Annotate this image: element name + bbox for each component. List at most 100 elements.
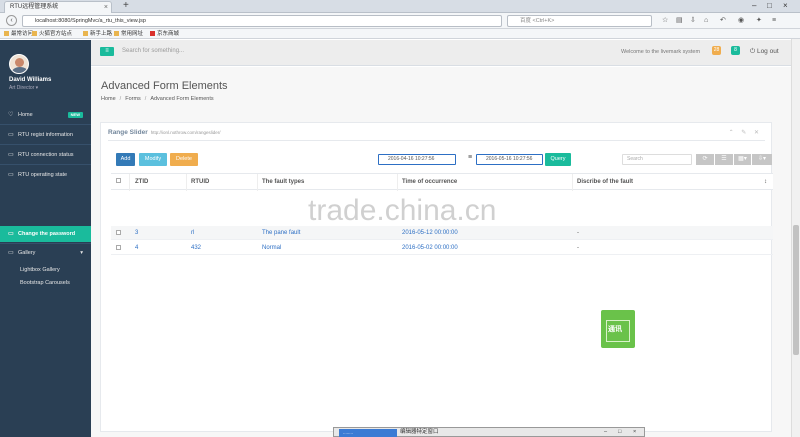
minimize-icon[interactable]: – bbox=[604, 428, 607, 437]
breadcrumb-separator: / bbox=[144, 96, 147, 102]
back-icon[interactable]: ‹ bbox=[6, 15, 17, 26]
image-icon: ▭ bbox=[8, 250, 14, 256]
menu-icon[interactable]: ≡ bbox=[772, 17, 776, 25]
jd-icon bbox=[150, 31, 155, 36]
settings-icon[interactable]: ✦ bbox=[756, 17, 762, 25]
extension-icon[interactable]: ◉ bbox=[738, 17, 744, 25]
page-scrollbar[interactable] bbox=[791, 39, 800, 437]
reading-list-icon[interactable]: ▤ bbox=[676, 17, 683, 25]
range-slider-panel: Range Slider http://ionl.nothrow.com/rang… bbox=[100, 122, 773, 432]
address-bar[interactable]: localhost:8080/SpringMvc/a_rtu_this_view… bbox=[22, 15, 502, 27]
modify-button[interactable]: Modify bbox=[139, 153, 167, 166]
sidebar-item-change-password[interactable]: ▭ Change the password bbox=[0, 226, 91, 242]
sidebar-item-gallery[interactable]: ▭ Gallery ▾ bbox=[0, 246, 91, 260]
sidebar-subitem-lightbox[interactable]: Lightbox Gallery bbox=[20, 267, 60, 273]
close-window-button[interactable]: × bbox=[783, 0, 788, 12]
sidebar-item-rtu-regist[interactable]: ▭ RTU regist information bbox=[0, 128, 91, 142]
search-input[interactable]: Search for something... bbox=[122, 48, 184, 54]
bookmark-item[interactable]: 火狐官方站点 bbox=[32, 29, 72, 39]
panel-tools[interactable]: ⌃ ✎ ✕ bbox=[729, 129, 762, 136]
download-icon[interactable]: ⇩ bbox=[690, 17, 696, 25]
bookmark-item[interactable]: 京东商城 bbox=[150, 29, 179, 39]
column-header-rtuid[interactable]: RTUID bbox=[191, 174, 209, 191]
column-divider bbox=[129, 174, 130, 191]
cell-describe: - bbox=[577, 245, 579, 251]
browser-tab[interactable]: RTU远程管理系统 × bbox=[4, 1, 112, 13]
cell-rtuid: rl bbox=[191, 230, 195, 236]
select-all-checkbox[interactable] bbox=[116, 178, 121, 183]
bookmark-item[interactable]: 新手上路 bbox=[83, 29, 112, 39]
minimize-window-button[interactable]: – bbox=[752, 0, 756, 12]
sidebar-item-rtu-operating[interactable]: ▭ RTU operating state bbox=[0, 168, 91, 182]
avatar[interactable] bbox=[9, 54, 29, 74]
close-icon[interactable]: × bbox=[104, 2, 108, 13]
star-icon[interactable]: ☆ bbox=[662, 17, 668, 25]
bookmark-item[interactable]: 最常访问 bbox=[4, 29, 33, 39]
sidebar-subitem-carousels[interactable]: Bootstrap Carousels bbox=[20, 280, 70, 286]
folder-icon bbox=[114, 31, 119, 36]
floating-taskbar[interactable]: ........ 编辑器特定窗口 – □ × bbox=[333, 427, 645, 437]
delete-button[interactable]: Delete bbox=[170, 153, 198, 166]
maximize-window-button[interactable]: □ bbox=[767, 0, 772, 12]
folder-icon bbox=[83, 31, 88, 36]
column-header-ztid[interactable]: ZTID bbox=[135, 174, 148, 191]
toggle-view-icon[interactable]: ☰ bbox=[715, 154, 733, 165]
user-role-dropdown[interactable]: Art Director ▾ bbox=[9, 85, 38, 91]
row-checkbox[interactable] bbox=[116, 230, 121, 235]
scrollbar-thumb[interactable] bbox=[793, 225, 799, 355]
date-to-input[interactable]: 2016-05-16 10:27:56 bbox=[476, 154, 543, 165]
refresh-icon[interactable]: ⟳ bbox=[696, 154, 714, 165]
table-row[interactable]: 4 432 Normal 2016-05-02 00:00:00 - bbox=[111, 241, 773, 255]
table-search-input[interactable]: Search bbox=[622, 154, 692, 165]
row-checkbox[interactable] bbox=[116, 245, 121, 250]
main-content: Advanced Form Elements Home / Forms / Advanc… bbox=[91, 67, 800, 437]
home-icon[interactable]: ⌂ bbox=[704, 17, 708, 25]
avatar-body bbox=[12, 67, 28, 73]
taskbar-app-button[interactable]: ........ bbox=[339, 429, 397, 437]
maximize-icon[interactable]: □ bbox=[618, 428, 621, 437]
sidebar-item-home[interactable]: ♡ Home NEW bbox=[0, 108, 91, 122]
panel-subtitle: http://ionl.nothrow.com/rangeslider/ bbox=[150, 130, 221, 135]
cell-ztid: 4 bbox=[135, 245, 139, 251]
export-icon[interactable]: ⇩▾ bbox=[752, 154, 772, 165]
sidebar-item-label: Home bbox=[18, 112, 33, 118]
menu-toggle-button[interactable]: ≡ bbox=[100, 47, 114, 56]
sidebar-item-rtu-connection[interactable]: ▭ RTU connection status bbox=[0, 148, 91, 162]
breadcrumb-home[interactable]: Home bbox=[101, 96, 116, 102]
cell-ztid: 3 bbox=[135, 230, 139, 236]
breadcrumb-forms[interactable]: Forms bbox=[125, 96, 141, 102]
message-badge[interactable]: 8 bbox=[731, 46, 740, 55]
column-header-describe[interactable]: Discribe of the fault bbox=[577, 174, 633, 191]
sidebar-item-label: RTU regist information bbox=[18, 132, 73, 138]
close-icon[interactable]: × bbox=[633, 428, 636, 437]
column-header-time[interactable]: Time of occurrence bbox=[402, 174, 457, 191]
table-row[interactable]: 3 rl The pane fault 2016-05-12 00:00:00 … bbox=[111, 226, 773, 240]
add-button[interactable]: Add bbox=[116, 153, 135, 166]
browser-search-box[interactable]: 百度 <Ctrl+K> bbox=[507, 15, 652, 27]
new-tab-button[interactable]: + bbox=[123, 0, 129, 12]
sidebar-item-label: Change the password bbox=[18, 231, 76, 237]
url-text[interactable]: localhost:8080/SpringMvc/a_rtu_this_view… bbox=[35, 16, 146, 27]
logout-button[interactable]: ⏻ Log out bbox=[750, 48, 779, 56]
query-button[interactable]: Query bbox=[545, 153, 571, 166]
power-icon: ⏻ bbox=[750, 48, 757, 55]
undo-icon[interactable]: ↶ bbox=[720, 17, 726, 25]
column-header-fault-types[interactable]: The fault types bbox=[262, 174, 304, 191]
columns-icon[interactable]: ▦▾ bbox=[734, 154, 751, 165]
sort-icon[interactable]: ↕ bbox=[764, 174, 767, 191]
panel-title: Range Slider http://ionl.nothrow.com/rang… bbox=[108, 129, 221, 136]
list-icon: ▭ bbox=[8, 132, 14, 138]
welcome-text: Welcome to the livemark system bbox=[621, 49, 701, 55]
bookmark-item[interactable]: 常用网址 bbox=[114, 29, 143, 39]
new-badge: NEW bbox=[67, 112, 83, 118]
date-from-input[interactable]: 2016-04-16 10:27:56 bbox=[378, 154, 456, 165]
breadcrumb-separator: / bbox=[119, 96, 122, 102]
home-icon: ♡ bbox=[8, 112, 14, 118]
notification-badge[interactable]: 28 bbox=[712, 46, 721, 55]
divider bbox=[0, 124, 91, 125]
qr-code-widget[interactable]: 通讯 bbox=[601, 310, 635, 348]
cell-rtuid: 432 bbox=[191, 245, 202, 251]
list-icon: ▭ bbox=[8, 152, 14, 158]
qr-code-label: 通讯 bbox=[608, 326, 622, 333]
sidebar: David Williams Art Director ▾ ♡ Home NEW … bbox=[0, 40, 91, 437]
